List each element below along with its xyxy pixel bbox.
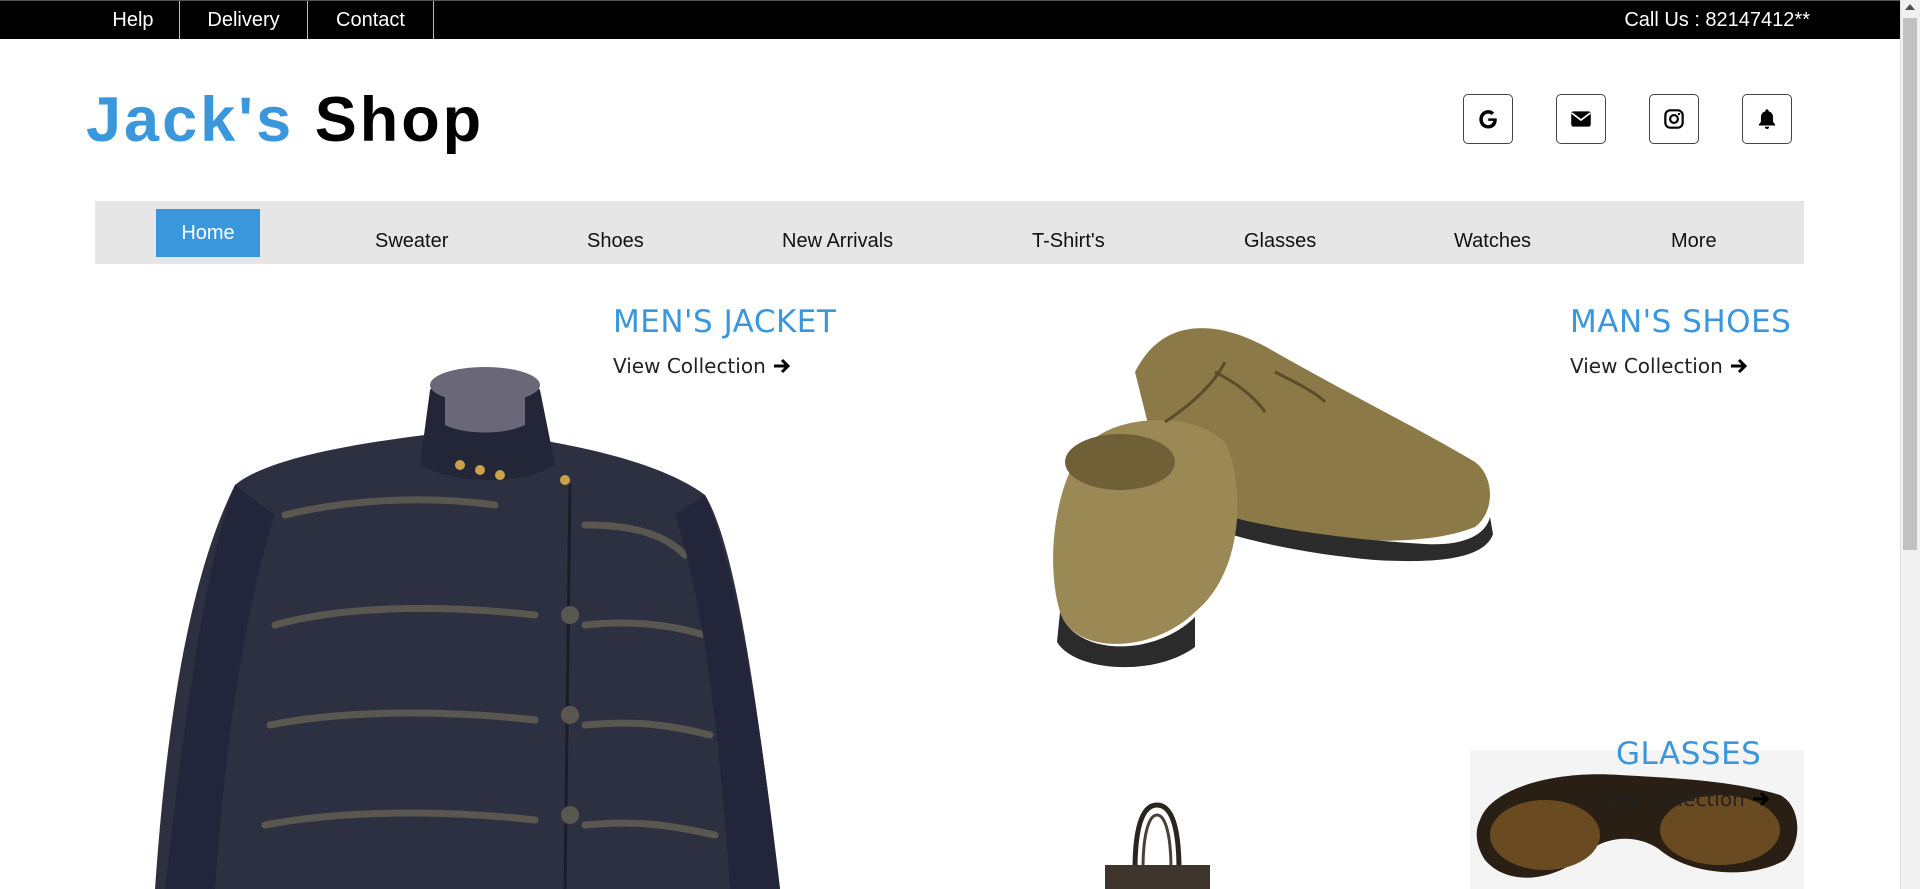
- shoes-image[interactable]: [1045, 312, 1505, 677]
- help-link[interactable]: Help: [87, 1, 180, 39]
- nav-item-sweater[interactable]: Sweater: [375, 218, 448, 265]
- nav-item-new-arrivals[interactable]: New Arrivals: [782, 218, 893, 265]
- scrollbar-thumb[interactable]: [1903, 18, 1917, 550]
- email-button[interactable]: [1556, 94, 1606, 144]
- notification-button[interactable]: [1742, 94, 1792, 144]
- call-us-text: Call Us : 82147412**: [1624, 9, 1810, 31]
- contact-link[interactable]: Contact: [308, 1, 434, 39]
- nav-item-shoes[interactable]: Shoes: [587, 218, 644, 265]
- envelope-icon: [1571, 111, 1591, 127]
- logo-second-word: Shop: [314, 85, 485, 155]
- glasses-view-collection-link[interactable]: View Collection: [1592, 787, 1771, 811]
- arrow-right-icon: [773, 358, 790, 374]
- main-nav: Home Sweater Shoes New Arrivals T-Shirt'…: [95, 201, 1804, 264]
- nav-item-tshirts[interactable]: T-Shirt's: [1032, 218, 1105, 265]
- page-scrollbar[interactable]: [1900, 0, 1920, 889]
- top-bar: Help Delivery Contact Call Us : 82147412…: [0, 0, 1900, 39]
- google-button[interactable]: [1463, 94, 1513, 144]
- mans-shoes-link-label: View Collection: [1570, 354, 1723, 378]
- google-icon: [1479, 110, 1497, 129]
- mens-jacket-view-collection-link[interactable]: View Collection: [613, 354, 792, 378]
- glasses-link-label: View Collection: [1592, 787, 1745, 811]
- mens-jacket-title: MEN'S JACKET: [613, 304, 837, 340]
- instagram-button[interactable]: [1649, 94, 1699, 144]
- site-logo[interactable]: Jack's Shop: [86, 84, 484, 156]
- instagram-icon: [1664, 109, 1684, 129]
- jacket-image[interactable]: [145, 365, 795, 889]
- nav-item-glasses[interactable]: Glasses: [1244, 218, 1316, 265]
- scroll-up-icon[interactable]: [1905, 4, 1915, 10]
- mans-shoes-view-collection-link[interactable]: View Collection: [1570, 354, 1749, 378]
- mans-shoes-title: MAN'S SHOES: [1570, 304, 1792, 340]
- delivery-link[interactable]: Delivery: [180, 1, 308, 39]
- nav-item-watches[interactable]: Watches: [1454, 218, 1531, 265]
- arrow-right-icon: [1730, 358, 1747, 374]
- arrow-right-icon: [1752, 791, 1769, 807]
- nav-item-more[interactable]: More: [1671, 218, 1717, 265]
- bag-image[interactable]: [1095, 800, 1220, 889]
- mens-jacket-link-label: View Collection: [613, 354, 766, 378]
- nav-item-home[interactable]: Home: [156, 209, 260, 257]
- glasses-title: GLASSES: [1616, 736, 1762, 772]
- logo-first-word: Jack's: [86, 85, 295, 155]
- bell-icon: [1758, 109, 1776, 129]
